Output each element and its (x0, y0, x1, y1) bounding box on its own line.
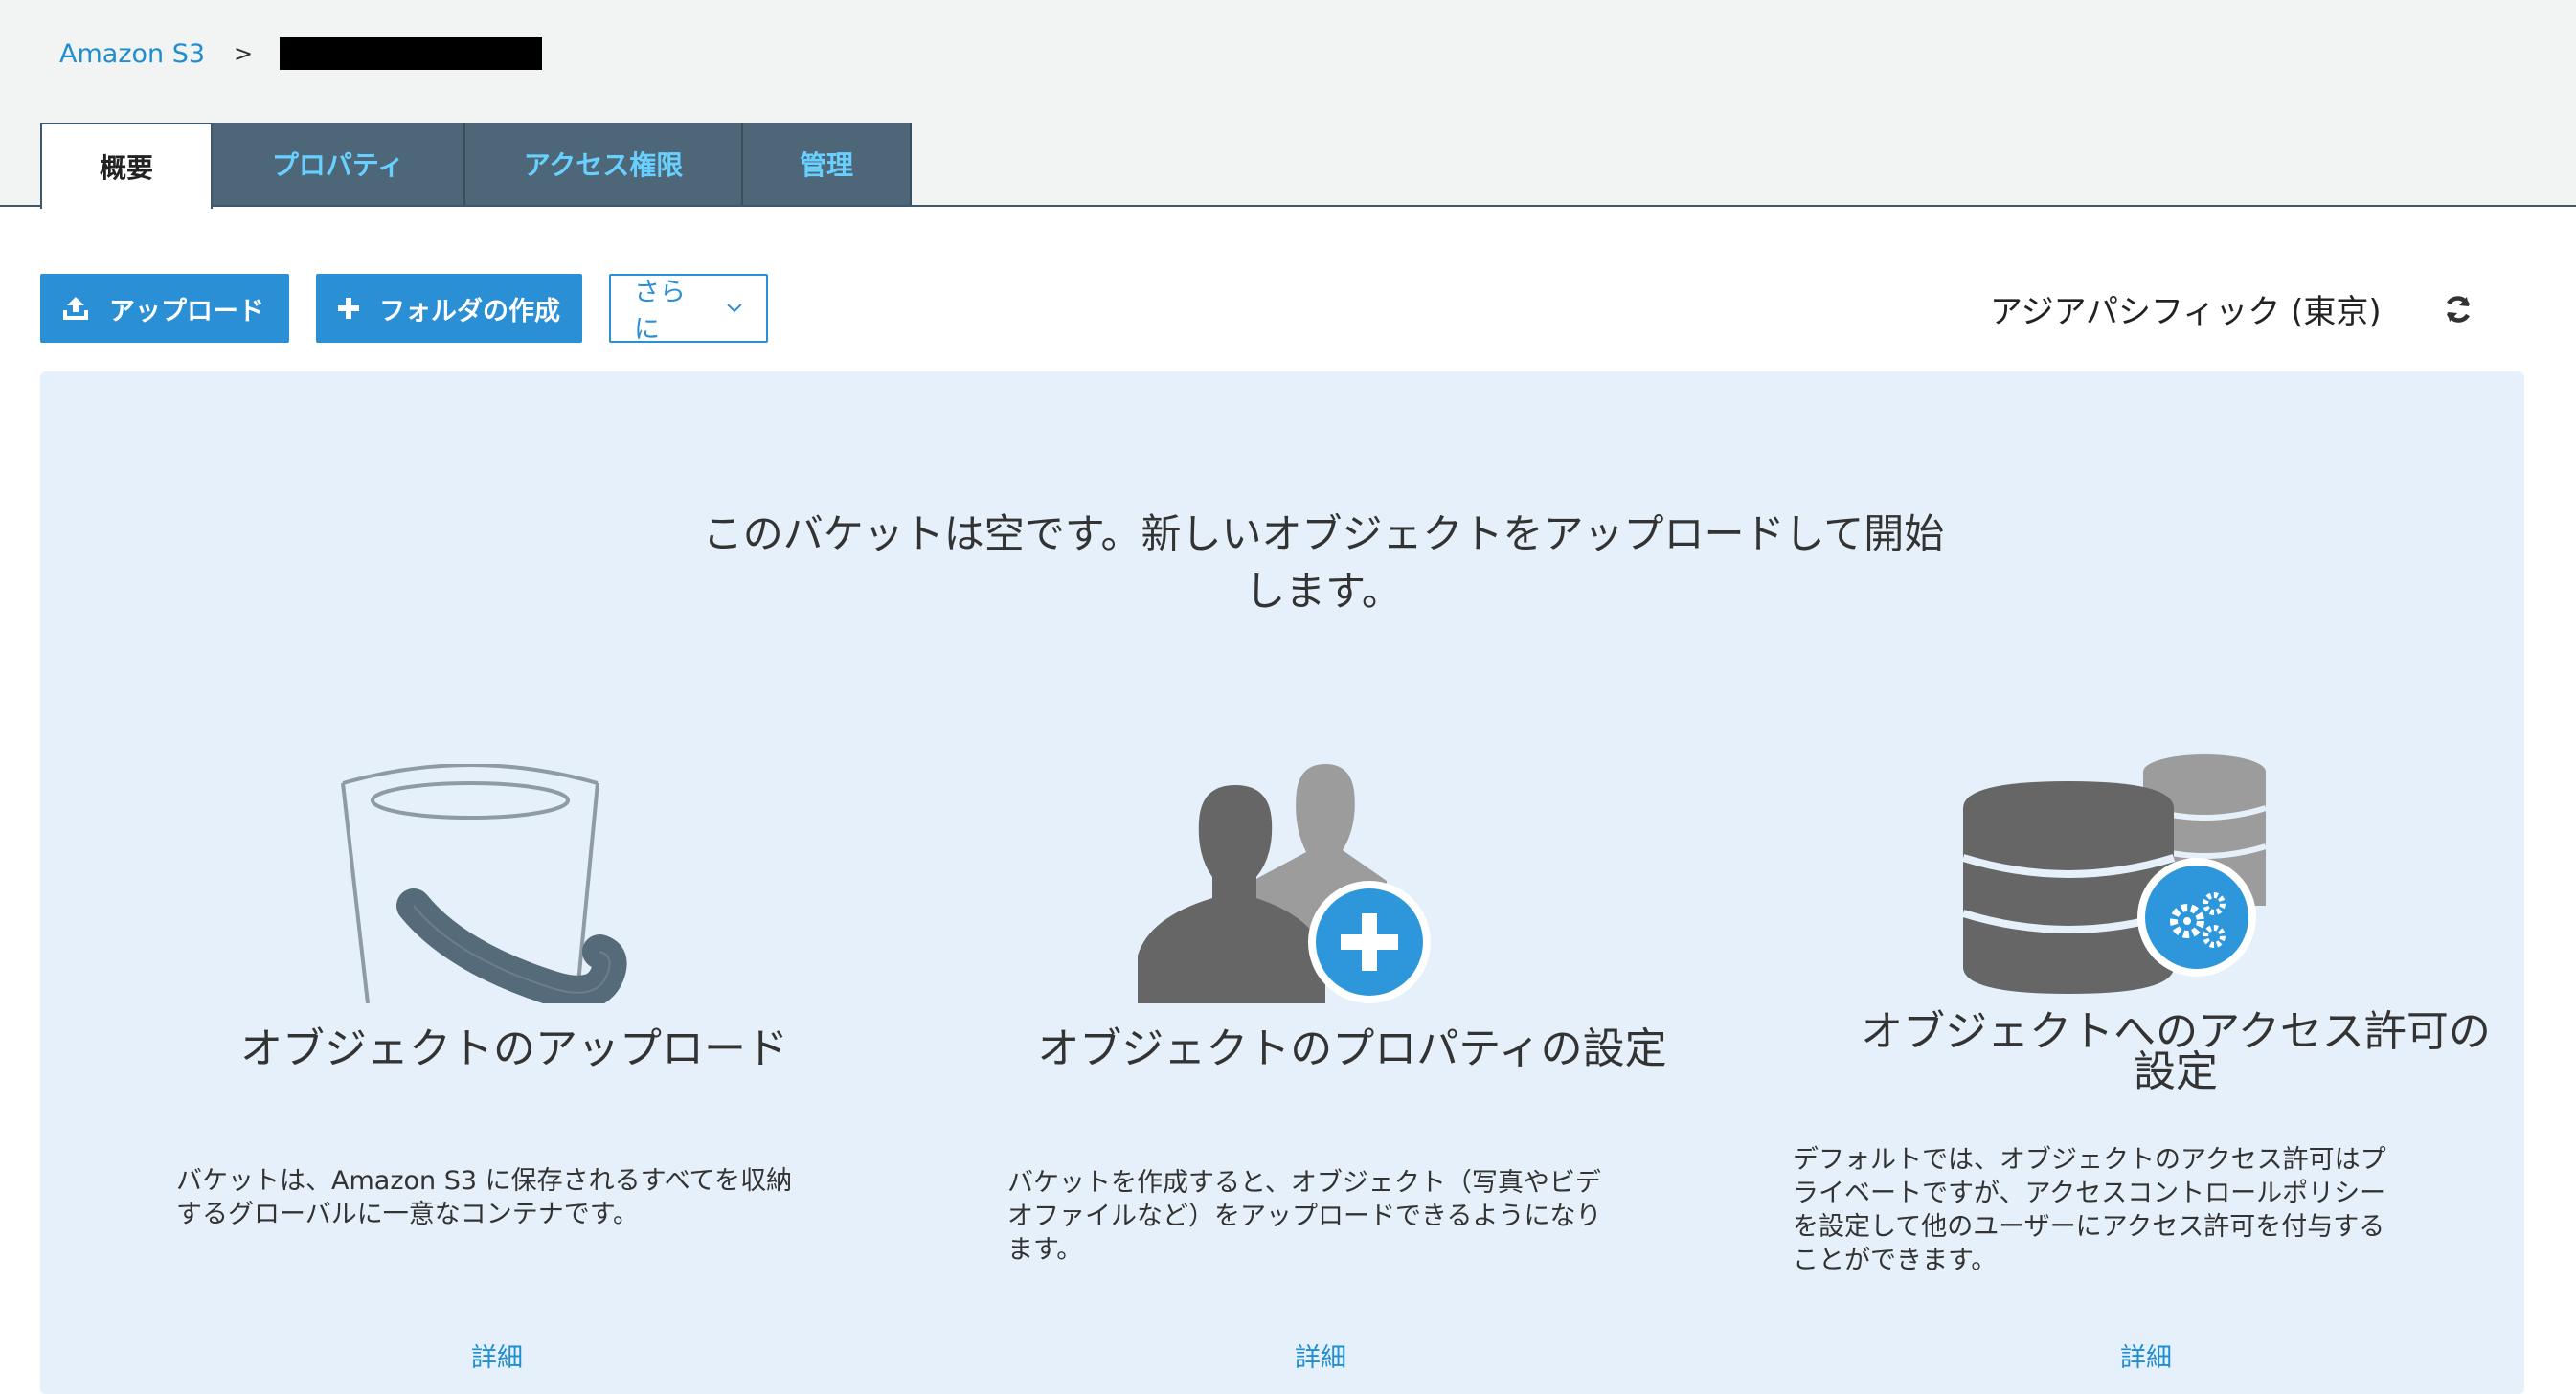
refresh-icon[interactable] (2442, 293, 2474, 326)
card-permissions-title-line-2: 設定 (2134, 1047, 2218, 1096)
headline-line-2: します。 (1245, 568, 1402, 615)
toolbar: アップロード フォルダの作成 さらに (40, 274, 768, 345)
breadcrumb-bucket-name-redacted (280, 37, 543, 70)
card-upload-description: バケットは、Amazon S3 に保存されるすべてを収納 するグローバルに一意な… (176, 1164, 904, 1231)
card-permissions-learn-more-link[interactable]: 詳細 (2120, 1337, 2172, 1374)
top-bar: Amazon S3 > 概要 プロパティ アクセス権限 管理 (0, 0, 2576, 209)
upload-button[interactable]: アップロード (40, 274, 289, 343)
tab-permissions[interactable]: アクセス権限 (465, 123, 743, 205)
card-upload-desc-line-2: するグローバルに一意なコンテナです。 (176, 1200, 640, 1229)
card-properties-description: バケットを作成すると、オブジェクト（写真やビデ オファイルなど）をアップロードで… (1007, 1166, 1735, 1267)
card-properties-desc-line-3: ます。 (1007, 1235, 1083, 1265)
card-properties-desc-line-2: オファイルなど）をアップロードできるようになり (1007, 1202, 1602, 1231)
chevron-down-icon (727, 304, 742, 313)
tab-overview[interactable]: 概要 (40, 123, 213, 209)
create-folder-button[interactable]: フォルダの作成 (316, 274, 582, 343)
card-upload-learn-more-link[interactable]: 詳細 (471, 1337, 523, 1374)
card-permissions-desc-line-3: を設定して他のユーザーにアクセス許可を付与する (1793, 1212, 2385, 1242)
create-folder-button-label: フォルダの作成 (379, 296, 560, 326)
region-label: アジアパシフィック (東京) (1990, 293, 2382, 331)
empty-bucket-panel: このバケットは空です。新しいオブジェクトをアップロードして開始 します。 オブジ… (40, 371, 2524, 1394)
plus-icon (338, 298, 359, 319)
card-properties-desc-line-1: バケットを作成すると、オブジェクト（写真やビデ (1007, 1168, 1601, 1198)
users-plus-illustration (1138, 764, 1431, 1003)
card-upload-title: オブジェクトのアップロード (240, 1024, 788, 1073)
card-properties-title: オブジェクトのプロパティの設定 (1037, 1024, 1667, 1073)
more-button-label: さらに (634, 278, 686, 345)
card-permissions-desc-line-4: ことができます。 (1793, 1246, 1998, 1275)
upload-icon (63, 297, 88, 320)
more-dropdown-button[interactable]: さらに (609, 274, 768, 345)
database-gear-illustration (1963, 754, 2267, 994)
card-upload-desc-line-1: バケットは、Amazon S3 に保存されるすべてを収納 (176, 1166, 793, 1196)
card-permissions-description: デフォルトでは、オブジェクトのアクセス許可はプ ライベートですが、アクセスコント… (1793, 1143, 2549, 1277)
card-permissions-desc-line-1: デフォルトでは、オブジェクトのアクセス許可はプ (1793, 1145, 2386, 1175)
tab-properties[interactable]: プロパティ (213, 123, 465, 205)
upload-button-label: アップロード (109, 296, 264, 326)
empty-bucket-headline: このバケットは空です。新しいオブジェクトをアップロードして開始 します。 (576, 506, 2070, 620)
breadcrumb-separator: > (234, 40, 254, 67)
breadcrumb-amazon-s3[interactable]: Amazon S3 (59, 39, 205, 69)
bucket-illustration (341, 764, 627, 1003)
tab-bar: 概要 プロパティ アクセス権限 管理 (40, 123, 912, 209)
card-properties-learn-more-link[interactable]: 詳細 (1295, 1337, 1346, 1374)
headline-line-1: このバケットは空です。新しいオブジェクトをアップロードして開始 (702, 510, 1945, 557)
breadcrumb: Amazon S3 > (59, 34, 543, 73)
tab-management[interactable]: 管理 (743, 123, 912, 205)
card-permissions-desc-line-2: ライベートですが、アクセスコントロールポリシー (1793, 1179, 2386, 1208)
card-permissions-title: オブジェクトへのアクセス許可の 設定 (1783, 1009, 2568, 1095)
